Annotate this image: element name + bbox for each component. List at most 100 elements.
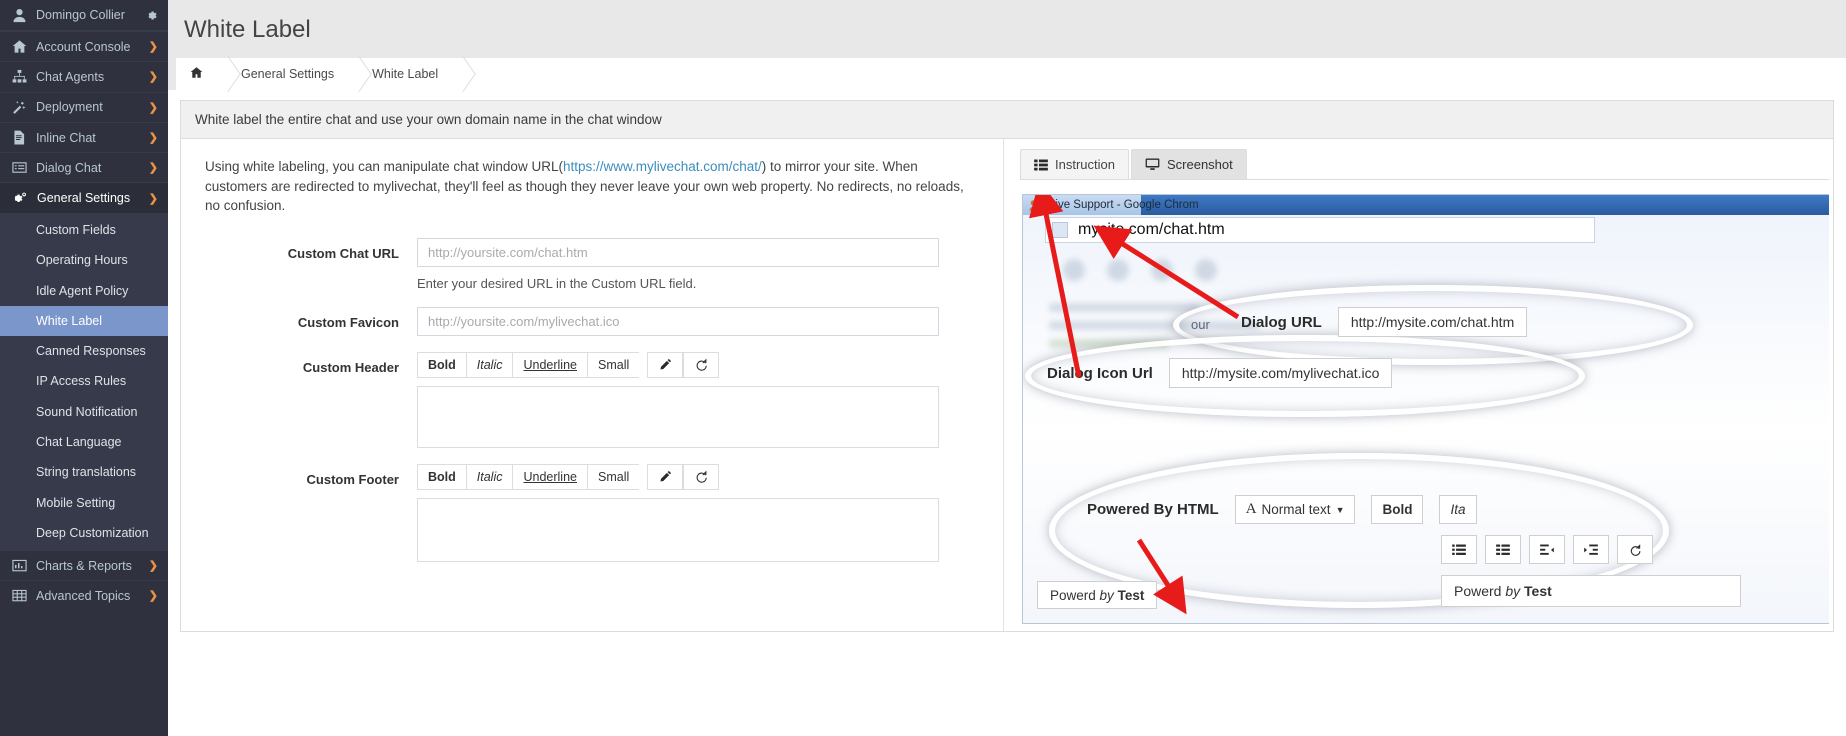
custom-header-editor-area[interactable] <box>417 386 939 448</box>
form-row-custom-footer: Custom Footer Bold Italic Underline Smal… <box>205 464 983 562</box>
chevron-down-icon: ❯ <box>149 192 158 205</box>
redo-share-icon[interactable] <box>1617 535 1653 564</box>
breadcrumb-item-general-settings[interactable]: General Settings <box>233 67 342 81</box>
panel-body: Using white labeling, you can manipulate… <box>181 139 1833 631</box>
outdent-icon[interactable] <box>1529 535 1565 564</box>
tab-label: Instruction <box>1055 157 1115 172</box>
sidebar-item-label: Dialog Chat <box>36 161 149 175</box>
indent-icon[interactable] <box>1573 535 1609 564</box>
sidebar-subitem-sound-notification[interactable]: Sound Notification <box>0 397 168 427</box>
footer-powered-badge: Powerd by Test <box>1037 581 1157 609</box>
callout-powered-by-html: Powered By HTML A Normal text ▼ Bold Ita <box>1087 495 1477 524</box>
sidebar-item-account-console[interactable]: Account Console ❯ <box>0 31 168 61</box>
mylivechat-chat-link[interactable]: https://www.mylivechat.com/chat/ <box>563 159 762 174</box>
sitemap-icon <box>12 69 27 84</box>
sidebar-subitem-string-translations[interactable]: String translations <box>0 457 168 487</box>
powered-preview-em: by <box>1100 588 1114 603</box>
italic-button[interactable]: Italic <box>466 352 513 378</box>
pencil-icon[interactable] <box>647 352 683 378</box>
custom-favicon-input[interactable] <box>417 307 939 336</box>
sidebar: Domingo Collier Account Console ❯ <box>0 0 168 736</box>
sidebar-item-advanced-topics[interactable]: Advanced Topics ❯ <box>0 580 168 610</box>
chevron-right-icon: ❯ <box>149 70 158 83</box>
sidebar-user-name: Domingo Collier <box>36 8 145 22</box>
favicon-placeholder-icon <box>1052 222 1068 238</box>
tab-label: Screenshot <box>1167 157 1233 172</box>
underline-button[interactable]: Underline <box>512 352 587 378</box>
sidebar-item-general-settings[interactable]: General Settings ❯ <box>0 182 168 212</box>
sidebar-subitem-idle-agent-policy[interactable]: Idle Agent Policy <box>0 275 168 305</box>
file-text-icon <box>12 130 27 145</box>
screenshot-list-toolbar <box>1441 535 1653 564</box>
callout-label: Powered By HTML <box>1087 501 1219 518</box>
chevron-right-icon: ❯ <box>149 101 158 114</box>
redo-share-icon[interactable] <box>683 352 719 378</box>
powered-preview-em: by <box>1505 583 1520 599</box>
powered-by-preview-box: Powerd by Test <box>1441 575 1741 607</box>
pencil-icon[interactable] <box>647 464 683 490</box>
sidebar-subitem-custom-fields[interactable]: Custom Fields <box>0 215 168 245</box>
panel-wrapper: White label the entire chat and use your… <box>168 90 1846 632</box>
breadcrumb-separator <box>346 58 360 90</box>
custom-footer-toolbar: Bold Italic Underline Small <box>417 464 939 490</box>
form-row-custom-header: Custom Header Bold Italic Underline Smal… <box>205 352 983 448</box>
panel-heading: White label the entire chat and use your… <box>181 101 1833 139</box>
small-button[interactable]: Small <box>587 352 639 378</box>
custom-chat-url-label: Custom Chat URL <box>205 238 417 261</box>
white-label-panel: White label the entire chat and use your… <box>180 100 1834 632</box>
sidebar-subitem-mobile-setting[interactable]: Mobile Setting <box>0 487 168 517</box>
intro-before: Using white labeling, you can manipulate… <box>205 159 563 174</box>
th-list-icon <box>1034 159 1048 171</box>
callout-value-dialog-icon-url[interactable]: http://mysite.com/mylivechat.ico <box>1169 358 1393 388</box>
custom-footer-editor-area[interactable] <box>417 498 939 562</box>
custom-chat-url-field: Enter your desired URL in the Custom URL… <box>417 238 939 291</box>
sidebar-item-chat-agents[interactable]: Chat Agents ❯ <box>0 61 168 91</box>
sidebar-subitem-operating-hours[interactable]: Operating Hours <box>0 245 168 275</box>
bold-button[interactable]: Bold <box>417 464 466 490</box>
sidebar-subitem-ip-access-rules[interactable]: IP Access Rules <box>0 366 168 396</box>
tab-screenshot[interactable]: Screenshot <box>1131 149 1247 179</box>
callout-label: Dialog URL <box>1241 314 1322 331</box>
powered-preview-pre: Powerd <box>1454 583 1501 599</box>
white-label-form: Using white labeling, you can manipulate… <box>181 139 1003 631</box>
custom-footer-field: Bold Italic Underline Small <box>417 464 939 562</box>
small-button[interactable]: Small <box>587 464 639 490</box>
sidebar-item-inline-chat[interactable]: Inline Chat ❯ <box>0 122 168 152</box>
sidebar-subitem-deep-customization[interactable]: Deep Customization <box>0 518 168 548</box>
gears-icon <box>12 191 28 206</box>
normal-text-dropdown[interactable]: A Normal text ▼ <box>1235 495 1356 524</box>
unordered-list-icon[interactable] <box>1441 535 1477 564</box>
intro-paragraph: Using white labeling, you can manipulate… <box>205 157 965 216</box>
callout-label: Dialog Icon Url <box>1047 365 1153 382</box>
page-title: White Label <box>168 12 1846 58</box>
italic-button[interactable]: Italic <box>466 464 513 490</box>
sidebar-user-row[interactable]: Domingo Collier <box>0 0 168 31</box>
preview-tabs: Instruction Screens <box>1012 149 1833 179</box>
content-header: White Label General Settings White Label <box>168 0 1846 90</box>
powered-preview-pre: Powerd <box>1050 588 1096 603</box>
screenshot-address-bar: mysite.com/chat.htm <box>1045 217 1595 243</box>
ordered-list-icon[interactable] <box>1485 535 1521 564</box>
sidebar-item-charts-reports[interactable]: Charts & Reports ❯ <box>0 550 168 580</box>
breadcrumb-home-icon[interactable] <box>184 66 211 82</box>
sidebar-item-dialog-chat[interactable]: Dialog Chat ❯ <box>0 152 168 182</box>
redo-share-icon[interactable] <box>683 464 719 490</box>
gear-icon[interactable] <box>145 9 158 22</box>
chevron-right-icon: ❯ <box>149 161 158 174</box>
form-row-custom-chat-url: Custom Chat URL Enter your desired URL i… <box>205 238 983 291</box>
sidebar-subitem-chat-language[interactable]: Chat Language <box>0 427 168 457</box>
desktop-icon <box>1145 158 1160 171</box>
tab-instruction[interactable]: Instruction <box>1020 149 1129 179</box>
callout-value-dialog-url[interactable]: http://mysite.com/chat.htm <box>1338 307 1527 337</box>
sidebar-subitem-white-label[interactable]: White Label <box>0 306 168 336</box>
screenshot-italic-button[interactable]: Ita <box>1439 495 1476 524</box>
screenshot-bold-button[interactable]: Bold <box>1371 495 1423 524</box>
custom-chat-url-input[interactable] <box>417 238 939 267</box>
sidebar-item-deployment[interactable]: Deployment ❯ <box>0 92 168 122</box>
breadcrumb-item-white-label[interactable]: White Label <box>364 67 446 81</box>
screenshot-window-title: Live Support - Google Chrom <box>1049 199 1569 211</box>
underline-button[interactable]: Underline <box>512 464 587 490</box>
chevron-right-icon: ❯ <box>149 131 158 144</box>
bold-button[interactable]: Bold <box>417 352 466 378</box>
sidebar-subitem-canned-responses[interactable]: Canned Responses <box>0 336 168 366</box>
